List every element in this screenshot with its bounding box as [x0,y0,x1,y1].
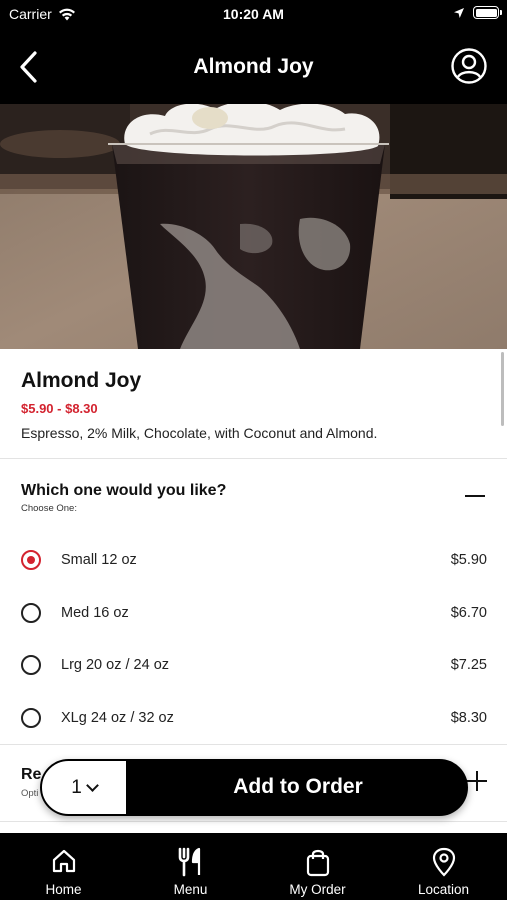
page-title: Almond Joy [193,55,314,78]
tab-label: Home [45,882,82,897]
tab-label: Location [417,882,470,897]
size-option-label: Med 16 oz [61,605,129,621]
size-option[interactable]: Med 16 oz $6.70 [0,587,507,639]
battery-icon [473,6,502,19]
size-option-price: $5.90 [450,552,487,568]
tab-location[interactable]: Location [380,833,507,900]
status-time: 10:20 AM [223,6,284,22]
product-description: Espresso, 2% Milk, Chocolate, with Cocon… [21,425,378,441]
quantity-selector[interactable]: 1 [41,760,127,815]
expand-plus-icon[interactable] [467,771,487,791]
map-pin-icon [432,847,455,877]
size-question: Which one would you like? [21,482,227,499]
add-to-order-bar: 1 Add to Order [40,759,468,816]
radio-selected[interactable] [21,550,41,570]
tab-bar: Home Menu My Order Location [0,833,507,900]
status-bar: Carrier 10:20 AM [0,0,507,28]
product-price-range: $5.90 - $8.30 [21,401,98,416]
user-circle-icon [451,48,487,84]
home-icon [52,849,75,873]
radio-unselected[interactable] [21,708,41,728]
tab-label: My Order [289,882,346,897]
section2-subtitle: Opti [21,788,39,799]
shopping-bag-icon [306,849,329,877]
size-option-price: $7.25 [450,657,487,673]
size-option-price: $8.30 [450,710,487,726]
section2-title: Re [21,766,42,783]
top-bar: Carrier 10:20 AM Almond Joy [0,0,507,104]
size-option-label: XLg 24 oz / 32 oz [61,710,174,726]
fork-knife-icon [178,847,200,877]
tab-label: Menu [173,882,208,897]
add-to-order-button[interactable]: Add to Order [128,775,468,799]
size-option-label: Lrg 20 oz / 24 oz [61,657,170,673]
nav-bar: Almond Joy [0,38,507,96]
quantity-value: 1 [71,776,82,798]
product-info: Almond Joy $5.90 - $8.30 Espresso, 2% Mi… [0,349,507,459]
size-option[interactable]: Lrg 20 oz / 24 oz $7.25 [0,639,507,691]
radio-unselected[interactable] [21,655,41,675]
size-options-section: Which one would you like? Choose One: Sm… [0,460,507,745]
tab-menu[interactable]: Menu [127,833,254,900]
tab-my-order[interactable]: My Order [254,833,381,900]
size-option-price: $6.70 [450,605,487,621]
location-arrow-icon [454,7,464,18]
size-subtitle: Choose One: [21,503,77,514]
chevron-down-icon [85,778,99,792]
profile-button[interactable] [449,46,489,86]
size-option-label: Small 12 oz [61,552,137,568]
product-name: Almond Joy [21,369,142,392]
size-option[interactable]: Small 12 oz $5.90 [0,534,507,586]
collapse-icon[interactable] [465,495,485,497]
radio-unselected[interactable] [21,603,41,623]
scrollbar[interactable] [501,352,504,426]
size-option[interactable]: XLg 24 oz / 32 oz $8.30 [0,692,507,744]
product-image [0,104,507,349]
status-right [453,6,502,19]
tab-home[interactable]: Home [0,833,127,900]
